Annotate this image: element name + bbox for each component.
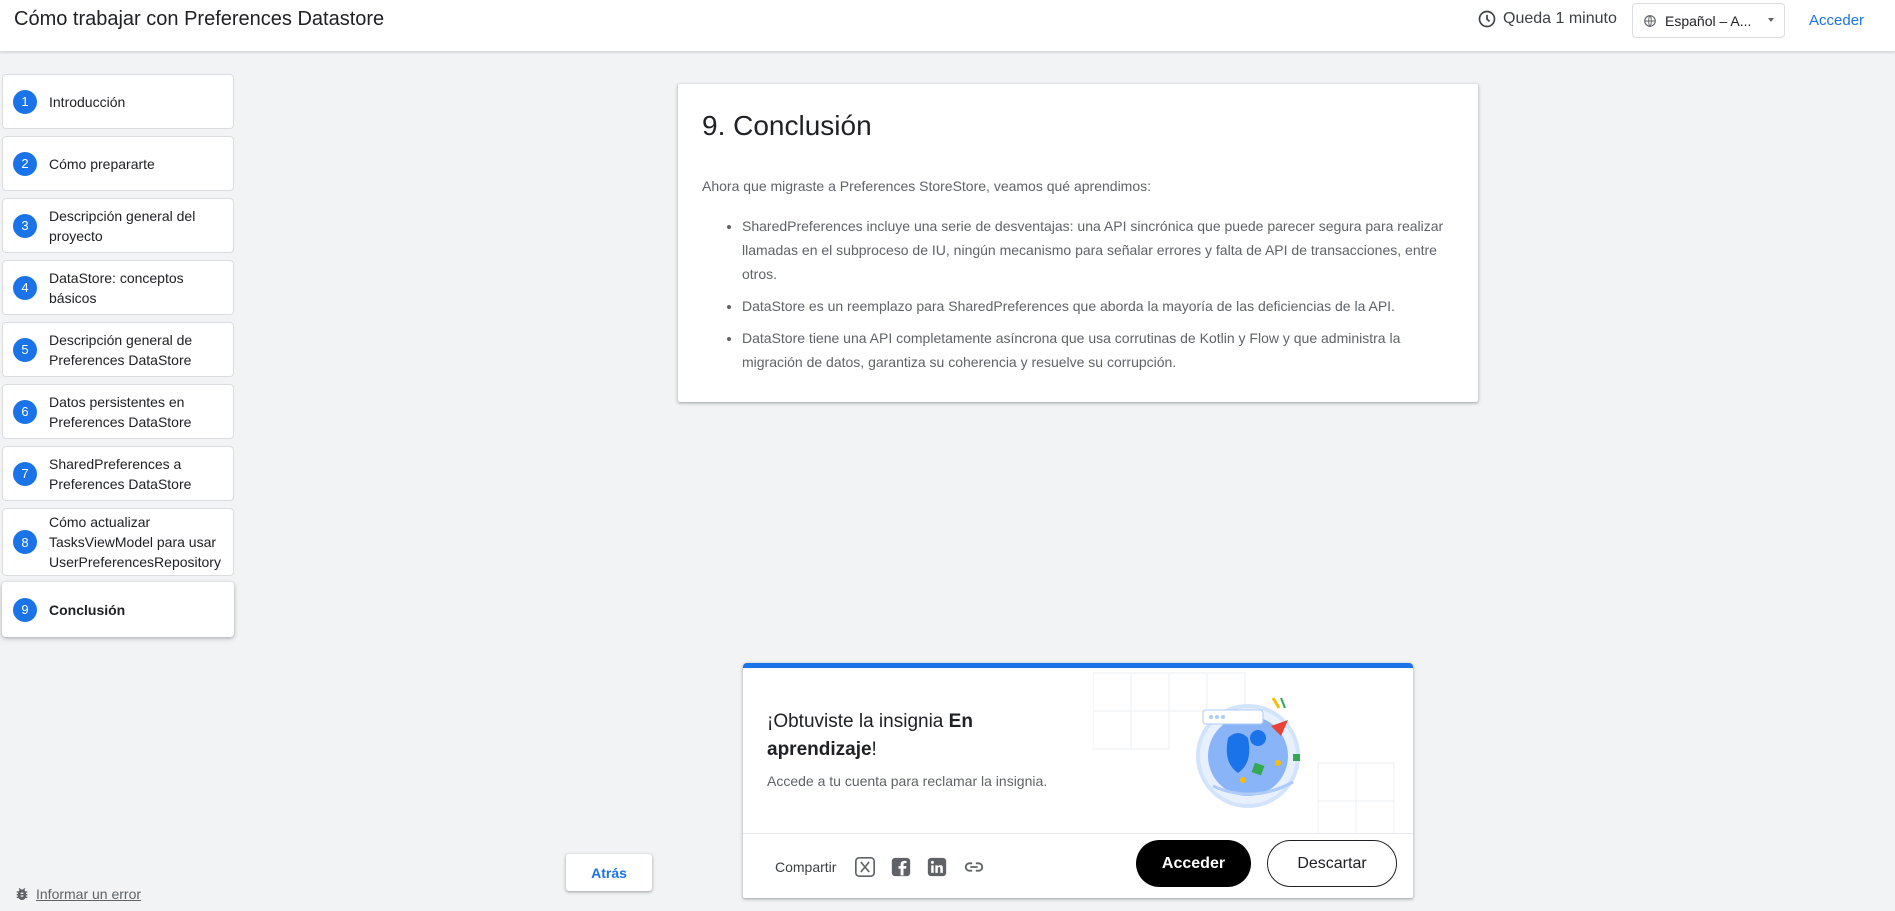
step-number: 1 bbox=[13, 89, 37, 114]
step-item-6[interactable]: 6 Datos persistentes en Preferences Data… bbox=[2, 384, 234, 439]
step-item-2[interactable]: 2 Cómo prepararte bbox=[2, 136, 234, 191]
x-icon[interactable] bbox=[854, 856, 876, 878]
report-error-link[interactable]: Informar un error bbox=[14, 886, 141, 902]
time-remaining-label: Queda 1 minuto bbox=[1503, 10, 1617, 27]
badge-subtitle: Accede a tu cuenta para reclamar la insi… bbox=[767, 773, 1048, 789]
step-label: Introducción bbox=[49, 93, 126, 110]
step-label: Descripción general de Preferences DataS… bbox=[49, 331, 193, 368]
step-number: 7 bbox=[13, 461, 37, 486]
dismiss-button[interactable]: Descartar bbox=[1267, 840, 1397, 887]
time-remaining: Queda 1 minuto bbox=[1477, 9, 1617, 29]
globe-icon bbox=[1644, 14, 1656, 27]
bug-icon bbox=[16, 888, 28, 901]
step-label: Datos persistentes en Preferences DataSt… bbox=[49, 393, 192, 430]
step-number: 2 bbox=[13, 151, 37, 176]
badge-heading: ¡Obtuviste la insignia En aprendizaje! bbox=[767, 708, 1067, 764]
report-error-label: Informar un error bbox=[36, 886, 142, 902]
step-item-5[interactable]: 5 Descripción general de Preferences Dat… bbox=[2, 322, 234, 377]
step-intro: Ahora que migraste a Preferences StoreSt… bbox=[702, 178, 1152, 194]
linkedin-icon[interactable] bbox=[926, 856, 948, 878]
step-label: Cómo prepararte bbox=[49, 155, 155, 172]
step-label: Cómo actualizar TasksViewModel para usar… bbox=[49, 514, 221, 570]
list-item: SharedPreferences incluye una serie de d… bbox=[742, 214, 1454, 286]
badge-panel: ¡Obtuviste la insignia En aprendizaje! A… bbox=[743, 663, 1413, 898]
step-number: 8 bbox=[13, 530, 37, 554]
clock-icon bbox=[1478, 10, 1496, 28]
top-app-bar: Cómo trabajar con Preferences Datastore … bbox=[0, 0, 1895, 52]
list-item: DataStore es un reemplazo para SharedPre… bbox=[742, 294, 1454, 318]
step-number: 6 bbox=[13, 399, 37, 424]
facebook-icon[interactable] bbox=[890, 856, 912, 878]
step-item-4[interactable]: 4 DataStore: conceptos básicos bbox=[2, 260, 234, 315]
badge-heading-suffix: ! bbox=[871, 739, 877, 760]
step-heading: 9. Conclusión bbox=[702, 110, 872, 141]
language-select[interactable]: Español – A... bbox=[1632, 3, 1785, 38]
badge-heading-prefix: ¡Obtuviste la insignia bbox=[767, 711, 949, 732]
signin-button[interactable]: Acceder bbox=[1136, 840, 1251, 887]
step-label: DataStore: conceptos básicos bbox=[49, 269, 184, 306]
step-content-card: 9. Conclusión Ahora que migraste a Prefe… bbox=[678, 84, 1478, 402]
badge-illustration bbox=[1093, 672, 1395, 833]
step-number: 5 bbox=[13, 337, 37, 362]
step-number: 9 bbox=[13, 597, 37, 622]
back-button[interactable]: Atrás bbox=[566, 854, 652, 891]
chevron-down-icon bbox=[1768, 18, 1774, 22]
link-icon[interactable] bbox=[963, 856, 985, 878]
list-item: DataStore tiene una API completamente as… bbox=[742, 326, 1454, 374]
step-label: Conclusión bbox=[49, 601, 126, 618]
language-select-value: Español – A... bbox=[1665, 12, 1752, 29]
codelab-title: Cómo trabajar con Preferences Datastore bbox=[14, 8, 385, 30]
step-item-1[interactable]: 1 Introducción bbox=[2, 74, 234, 129]
step-label: Descripción general del proyecto bbox=[49, 207, 196, 244]
signin-link[interactable]: Acceder bbox=[1809, 12, 1864, 29]
badge-divider bbox=[743, 833, 1413, 834]
step-number: 4 bbox=[13, 275, 37, 300]
step-number: 3 bbox=[13, 213, 37, 238]
step-item-9[interactable]: 9 Conclusión bbox=[2, 582, 234, 637]
share-label: Compartir bbox=[775, 859, 837, 875]
step-item-8[interactable]: 8 Cómo actualizar TasksViewModel para us… bbox=[2, 508, 234, 576]
step-label: SharedPreferences a Preferences DataStor… bbox=[49, 455, 192, 492]
bullet-list: SharedPreferences incluye una serie de d… bbox=[702, 214, 1454, 374]
step-item-7[interactable]: 7 SharedPreferences a Preferences DataSt… bbox=[2, 446, 234, 501]
step-item-3[interactable]: 3 Descripción general del proyecto bbox=[2, 198, 234, 253]
